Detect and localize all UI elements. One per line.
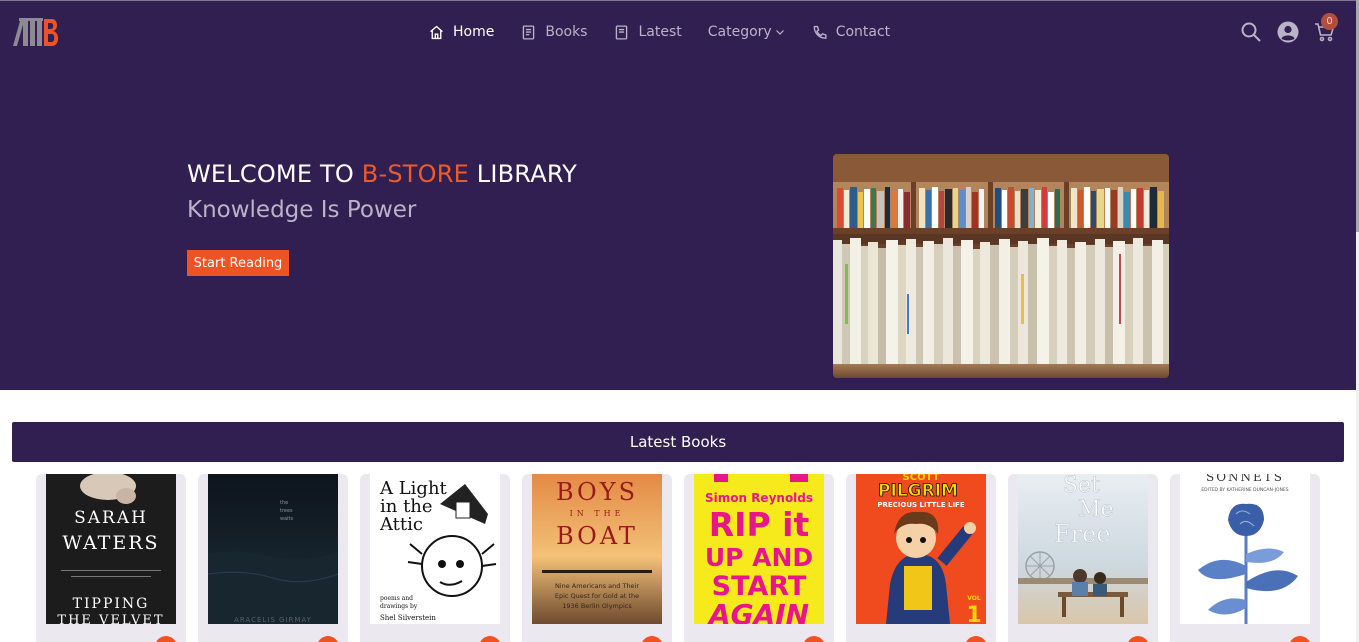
main-nav: Home Books Latest Category Contact <box>428 22 916 42</box>
top-border <box>0 0 1356 1</box>
search-icon <box>1241 22 1261 42</box>
cover-line: waits <box>280 516 294 522</box>
start-reading-button[interactable]: Start Reading <box>187 250 289 276</box>
cover-line: PRECIOUS LITTLE LIFE <box>877 501 964 509</box>
book-card[interactable]: SCOTT PILGRIM PRECIOUS LITTLE LIFE VOL 1 <box>846 474 996 642</box>
book-card[interactable]: SONNETS EDITED BY KATHERINE DUNCAN-JONES <box>1170 474 1320 642</box>
nav-latest[interactable]: Latest <box>613 24 682 41</box>
cover-line: Set <box>1063 474 1100 498</box>
cover-line: Me <box>1078 497 1114 522</box>
cover-line: PILGRIM <box>878 481 958 501</box>
book-cover: Simon Reynolds RIP it UP AND START AGAIN <box>694 474 824 624</box>
cover-line: 1936 Berlin Olympics <box>562 602 632 610</box>
logo-icon[interactable] <box>11 16 61 48</box>
cart-count-badge: 0 <box>1321 13 1338 30</box>
cover-line: Attic <box>379 514 423 535</box>
cover-line: BOYS <box>556 478 638 506</box>
cart-button[interactable]: 0 <box>1313 13 1338 43</box>
book-card[interactable]: SARAH WATERS TIPPING THE VELVET <box>36 474 186 642</box>
cover-line: WATERS <box>62 532 159 554</box>
add-to-cart-button[interactable] <box>1289 636 1311 642</box>
cover-line: IN THE <box>570 509 625 518</box>
user-circle-icon <box>1277 21 1299 43</box>
hero-title-start: WELCOME TO <box>187 160 362 188</box>
cover-line: BOAT <box>556 522 638 550</box>
nav-home-label: Home <box>453 24 495 40</box>
add-to-cart-button[interactable] <box>479 636 501 642</box>
home-icon <box>430 25 443 39</box>
cover-line: THE VELVET <box>57 613 164 624</box>
cover-line: Nine Americans and Their <box>555 582 639 590</box>
book-card[interactable]: A Light in the Attic poems and drawings … <box>360 474 510 642</box>
book-icon <box>523 24 535 40</box>
nav-category-label: Category <box>707 24 772 40</box>
hero-title-brand: B-STORE <box>361 160 469 188</box>
book-card[interactable]: Simon Reynolds RIP it UP AND START AGAIN <box>684 474 834 642</box>
cover-line: VOL <box>967 595 981 602</box>
add-to-cart-button[interactable] <box>965 636 987 642</box>
hero-title: WELCOME TO B-STORE LIBRARY <box>187 160 577 188</box>
phone-icon <box>813 25 827 39</box>
search-button[interactable] <box>1239 21 1263 43</box>
cover-line: Simon Reynolds <box>705 491 813 505</box>
nav-books-label: Books <box>545 24 588 40</box>
latest-books-heading: Latest Books <box>12 422 1344 462</box>
cover-line: TIPPING <box>73 596 150 612</box>
bookshelf-image <box>833 154 1169 378</box>
cover-line: poems and <box>380 595 413 602</box>
cover-line: Free <box>1054 520 1111 548</box>
hero-subtitle: Knowledge Is Power <box>187 197 417 223</box>
add-to-cart-button[interactable] <box>803 636 825 642</box>
add-to-cart-button[interactable] <box>641 636 663 642</box>
account-button[interactable] <box>1276 21 1300 43</box>
add-to-cart-button[interactable] <box>155 636 177 642</box>
book-cover: A Light in the Attic poems and drawings … <box>370 474 500 624</box>
cover-line: Shel Silverstein <box>380 614 436 622</box>
book-open-icon <box>616 24 628 40</box>
nav-contact-label: Contact <box>835 24 891 40</box>
book-card[interactable]: BOYS IN THE BOAT Nine Americans and Thei… <box>522 474 672 642</box>
cover-line: the <box>280 500 288 506</box>
cover-line: Epic Quest for Gold at the <box>555 592 639 600</box>
hero-text: WELCOME TO B-STORE LIBRARY Knowledge Is … <box>187 160 577 223</box>
chevron-down-icon <box>775 30 784 35</box>
add-to-cart-button[interactable] <box>1127 636 1149 642</box>
book-cover: Set Me Free <box>1018 474 1148 624</box>
book-card[interactable]: Set Me Free <box>1008 474 1158 642</box>
nav-home[interactable]: Home <box>428 24 494 41</box>
book-cover: SONNETS EDITED BY KATHERINE DUNCAN-JONES <box>1180 474 1310 624</box>
nav-category[interactable]: Category <box>708 24 785 40</box>
hero-title-end: LIBRARY <box>468 160 578 188</box>
cover-line: RIP it <box>709 505 810 544</box>
cover-line: AGAIN <box>707 598 809 624</box>
page: Home Books Latest Category Contact 0 WEL… <box>0 0 1359 642</box>
book-cover: the trees waits ARACELIS GIRMAY <box>208 474 338 624</box>
book-cover: SARAH WATERS TIPPING THE VELVET <box>46 474 176 624</box>
book-cover: SCOTT PILGRIM PRECIOUS LITTLE LIFE VOL 1 <box>856 474 986 624</box>
cover-line: SONNETS <box>1206 474 1284 484</box>
cover-line: 1 <box>966 603 981 624</box>
nav-latest-label: Latest <box>638 24 682 40</box>
cover-line: EDITED BY KATHERINE DUNCAN-JONES <box>1201 487 1288 493</box>
book-list: SARAH WATERS TIPPING THE VELVET the tree… <box>36 474 1326 642</box>
header-actions: 0 <box>1239 13 1338 45</box>
nav-contact[interactable]: Contact <box>811 24 890 41</box>
nav-books[interactable]: Books <box>520 24 587 41</box>
cover-line: trees <box>280 508 293 514</box>
add-to-cart-button[interactable] <box>317 636 339 642</box>
cover-line: SARAH <box>74 508 148 528</box>
cover-line: UP AND <box>705 543 813 572</box>
book-card[interactable]: the trees waits ARACELIS GIRMAY <box>198 474 348 642</box>
cover-line: drawings by <box>380 603 418 610</box>
book-cover: BOYS IN THE BOAT Nine Americans and Thei… <box>532 474 662 624</box>
front-books <box>833 238 1169 368</box>
cover-line: ARACELIS GIRMAY <box>234 616 312 624</box>
